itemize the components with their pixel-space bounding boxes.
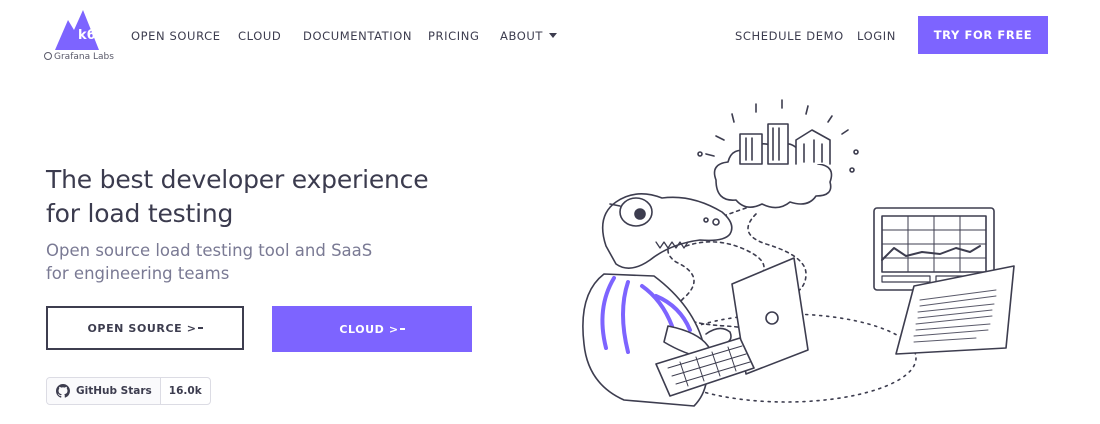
nav-pricing[interactable]: PRICING (428, 29, 479, 43)
cloud-button[interactable]: CLOUD > (272, 306, 472, 352)
github-stars-badge[interactable]: GitHub Stars 16.0k (46, 377, 211, 405)
open-source-button[interactable]: OPEN SOURCE > (46, 306, 244, 350)
nav-about-label: ABOUT (500, 29, 544, 43)
prompt-cursor-icon (399, 328, 405, 330)
github-stars-label: GitHub Stars (76, 385, 152, 397)
nav-about[interactable]: ABOUT (500, 29, 558, 43)
nav-schedule-demo[interactable]: SCHEDULE DEMO (735, 29, 844, 43)
github-stars-count: 16.0k (168, 385, 202, 397)
logo-sublabel: Grafana Labs (44, 52, 114, 62)
github-stars-label-box: GitHub Stars (47, 378, 161, 404)
nav-cloud[interactable]: CLOUD (238, 29, 281, 43)
grafana-label: Grafana Labs (54, 52, 114, 62)
github-stars-count-box: 16.0k (161, 378, 210, 404)
grafana-icon (44, 52, 52, 60)
cloud-button-label: CLOUD > (339, 322, 399, 336)
mascot-illustration (582, 99, 1015, 407)
prompt-cursor-icon (197, 327, 203, 329)
logo-text: k6 (78, 28, 96, 43)
hero-subtitle: Open source load testing tool and SaaS f… (46, 239, 466, 285)
hero-title-line1: The best developer experience (46, 165, 429, 194)
hero-title-line2: for load testing (46, 199, 234, 228)
try-for-free-button[interactable]: TRY FOR FREE (918, 16, 1048, 54)
hero-subtitle-line2: for engineering teams (46, 264, 230, 283)
hero-title: The best developer experience for load t… (46, 163, 466, 231)
open-source-button-label: OPEN SOURCE > (87, 321, 197, 335)
nav-login[interactable]: LOGIN (857, 29, 896, 43)
nav-documentation[interactable]: DOCUMENTATION (303, 29, 412, 43)
cloud-illustration (697, 99, 859, 209)
hero-subtitle-line1: Open source load testing tool and SaaS (46, 241, 373, 260)
caret-down-icon (549, 33, 558, 38)
github-icon (56, 384, 70, 398)
nav-open-source[interactable]: OPEN SOURCE (131, 29, 221, 43)
brand-logo[interactable]: k6 Grafana Labs (44, 10, 116, 64)
